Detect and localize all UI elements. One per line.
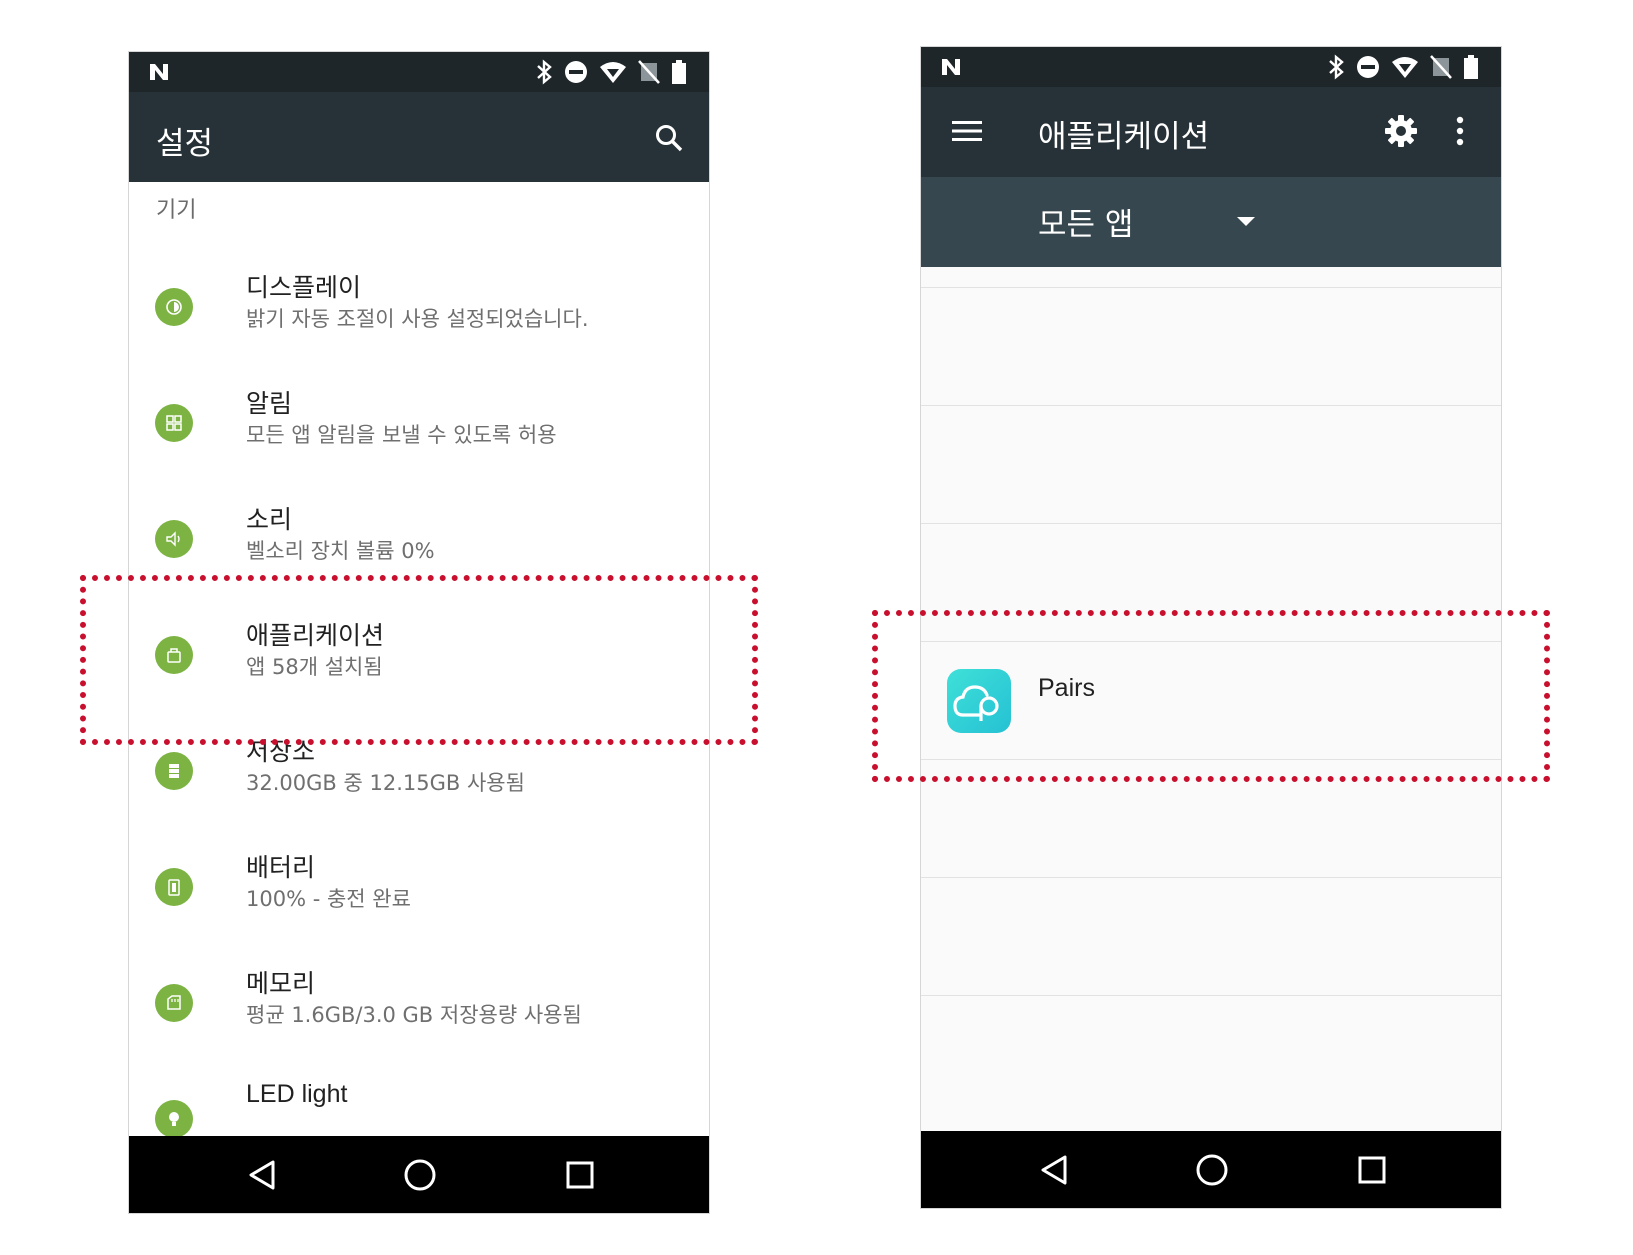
pairs-app-icon (947, 669, 1011, 733)
recents-button[interactable] (1353, 1151, 1391, 1189)
list-item-empty (921, 405, 1501, 523)
home-button[interactable] (1193, 1151, 1231, 1189)
status-bar (129, 52, 709, 92)
section-header: 기기 (156, 198, 197, 223)
wifi-icon (1392, 57, 1418, 78)
more-vertical-icon (1456, 116, 1464, 146)
no-signal-icon (1430, 55, 1452, 79)
setting-subtitle: 평균 1.6GB/3.0 GB 저장용량 사용됨 (246, 1003, 582, 1027)
gear-icon (1385, 115, 1417, 147)
bulb-icon (155, 1100, 193, 1138)
wifi-icon (600, 62, 626, 83)
setting-title: 디스플레이 (246, 273, 362, 302)
bluetooth-icon (537, 59, 552, 85)
list-item-empty (921, 759, 1501, 877)
setting-item-storage[interactable]: 저장소 32.00GB 중 12.15GB 사용됨 (129, 709, 709, 825)
list-item-empty (921, 877, 1501, 995)
battery-status-icon (1464, 55, 1478, 79)
setting-title: 메모리 (246, 969, 316, 998)
list-item-empty (921, 523, 1501, 641)
app-name: Pairs (1038, 674, 1095, 702)
setting-item-battery[interactable]: 배터리 100% - 충전 완료 (129, 825, 709, 941)
navigation-bar (129, 1136, 709, 1213)
battery-icon (155, 868, 193, 906)
back-icon (249, 1160, 275, 1190)
back-button[interactable] (243, 1156, 281, 1194)
setting-title: 알림 (246, 389, 293, 418)
storage-icon (155, 752, 193, 790)
overflow-menu-button[interactable] (1445, 109, 1475, 153)
top-app-bar: 설정 (129, 92, 709, 182)
top-app-bar: 애플리케이션 (921, 87, 1501, 177)
do-not-disturb-icon (1357, 56, 1379, 78)
home-button[interactable] (401, 1156, 439, 1194)
home-icon (1196, 1154, 1228, 1186)
app-filter-dropdown[interactable]: 모든 앱 (1021, 187, 1271, 257)
notification-n-icon (942, 59, 960, 75)
back-icon (1041, 1155, 1067, 1185)
settings-button[interactable] (1379, 109, 1423, 153)
setting-title: 소리 (246, 505, 293, 534)
battery-status-icon (672, 60, 686, 84)
do-not-disturb-icon (565, 61, 587, 83)
menu-button[interactable] (947, 111, 987, 151)
setting-title: 애플리케이션 (246, 621, 385, 650)
setting-title: 저장소 (246, 737, 316, 766)
setting-subtitle: 100% - 충전 완료 (246, 887, 411, 911)
hamburger-menu-icon (952, 121, 982, 141)
setting-subtitle: 모든 앱 알림을 보낼 수 있도록 허용 (246, 423, 557, 447)
bluetooth-icon (1329, 54, 1344, 80)
navigation-bar (921, 1131, 1501, 1208)
home-icon (404, 1159, 436, 1191)
recents-icon (566, 1161, 594, 1189)
back-button[interactable] (1035, 1151, 1073, 1189)
sound-icon (155, 520, 193, 558)
recents-button[interactable] (561, 1156, 599, 1194)
display-icon (155, 288, 193, 326)
page-title: 설정 (156, 126, 214, 162)
setting-subtitle: 벨소리 장치 볼륨 0% (246, 539, 435, 563)
apps-icon (155, 636, 193, 674)
setting-item-display[interactable]: 디스플레이 밝기 자동 조절이 사용 설정되었습니다. (129, 245, 709, 361)
status-bar (921, 47, 1501, 87)
applications-screen: 애플리케이션 모든 앱 Pairs (920, 46, 1502, 1209)
list-item-empty (921, 995, 1501, 1113)
filter-bar: 모든 앱 (921, 177, 1501, 267)
chevron-down-icon (1237, 217, 1255, 226)
memory-icon (155, 984, 193, 1022)
setting-item-sound[interactable]: 소리 벨소리 장치 볼륨 0% (129, 477, 709, 593)
notification-n-icon (150, 64, 168, 80)
setting-item-notifications[interactable]: 알림 모든 앱 알림을 보낼 수 있도록 허용 (129, 361, 709, 477)
setting-subtitle: 앱 58개 설치됨 (246, 655, 383, 679)
setting-item-applications[interactable]: 애플리케이션 앱 58개 설치됨 (129, 593, 709, 709)
setting-item-memory[interactable]: 메모리 평균 1.6GB/3.0 GB 저장용량 사용됨 (129, 941, 709, 1057)
setting-subtitle: 32.00GB 중 12.15GB 사용됨 (246, 771, 525, 795)
settings-screen: 설정 기기 디스플레이 밝기 자동 조절이 사용 설정되었습니다. 알림 모든 … (128, 51, 710, 1214)
page-title: 애플리케이션 (1038, 119, 1210, 155)
recents-icon (1358, 1156, 1386, 1184)
search-icon (656, 125, 683, 152)
list-item-pairs[interactable]: Pairs (921, 641, 1501, 759)
search-button[interactable] (647, 116, 691, 160)
notifications-icon (155, 404, 193, 442)
no-signal-icon (638, 60, 660, 84)
setting-subtitle: 밝기 자동 조절이 사용 설정되었습니다. (246, 307, 589, 331)
list-item-empty (921, 287, 1501, 405)
setting-title: 배터리 (246, 853, 316, 882)
dropdown-selected-value: 모든 앱 (1038, 207, 1134, 243)
setting-title: LED light (246, 1080, 348, 1108)
